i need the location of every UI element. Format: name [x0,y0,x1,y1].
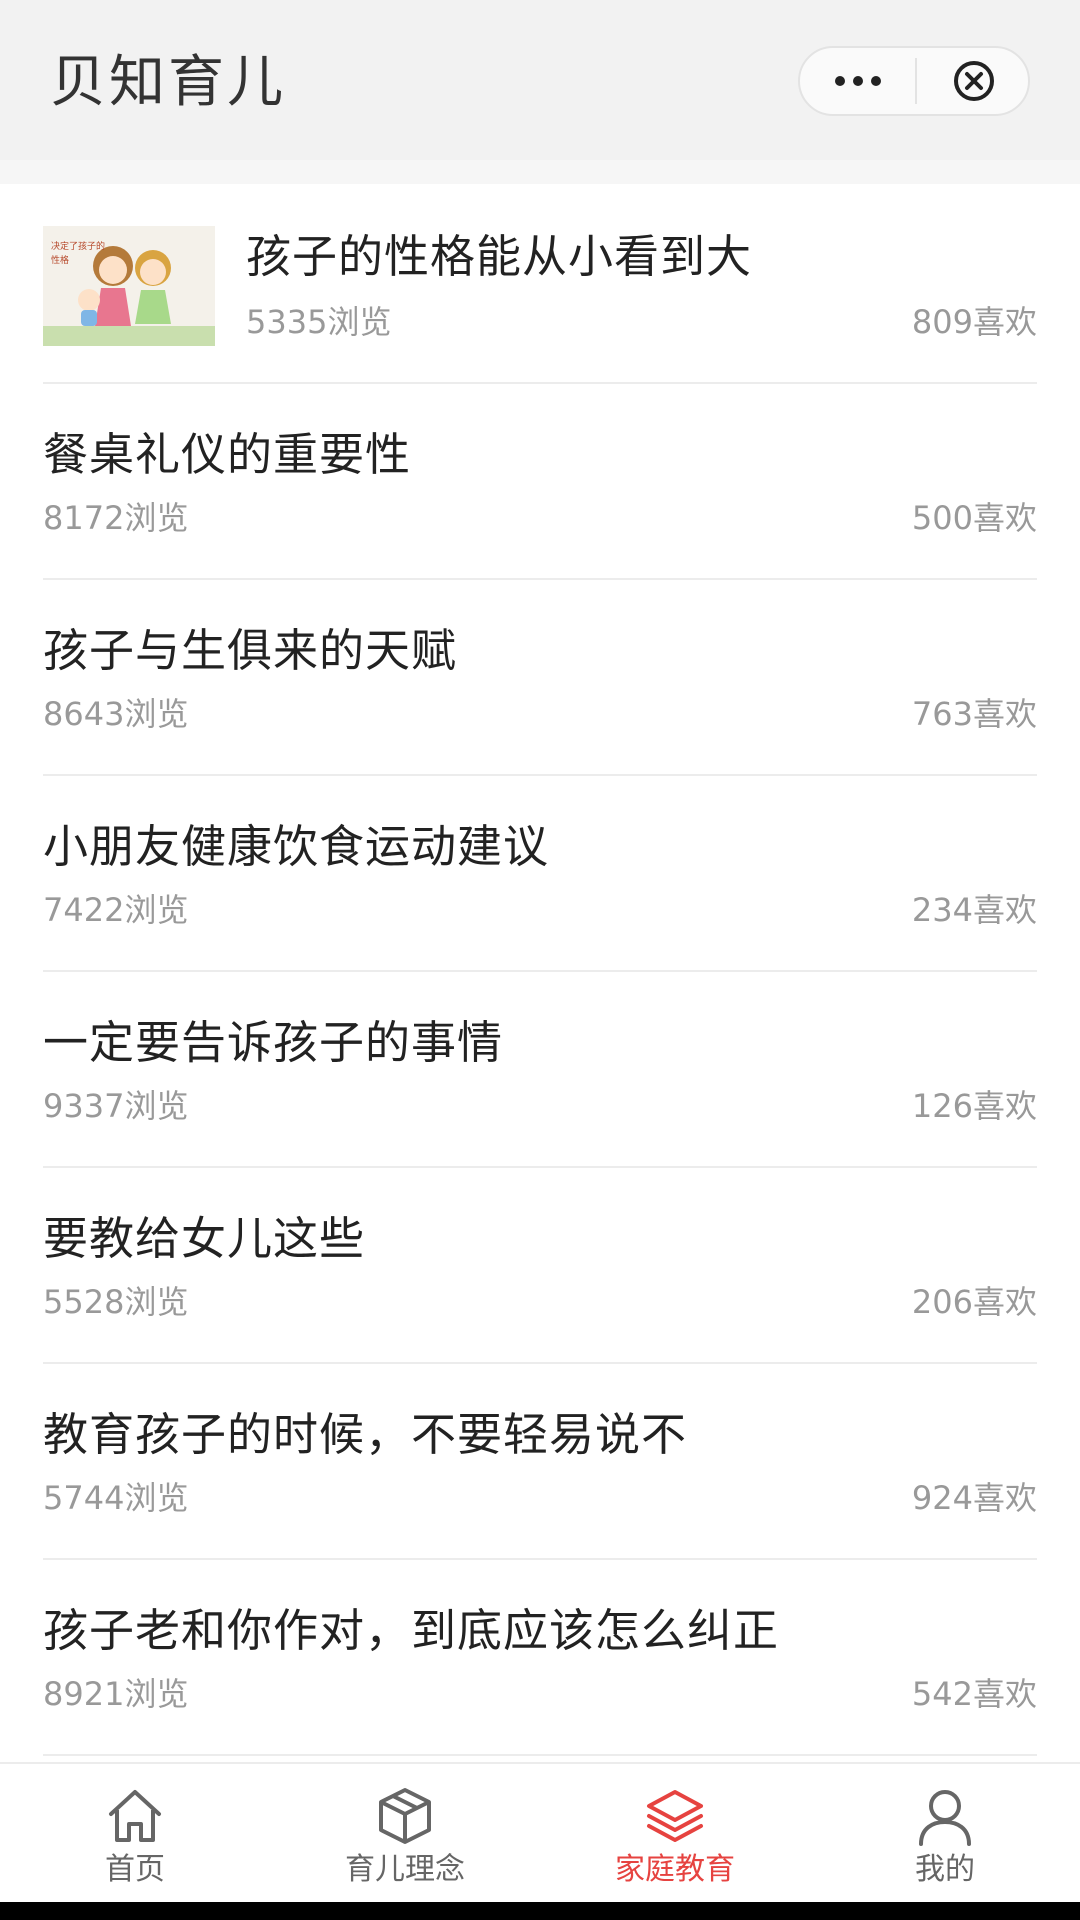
article-likes: 500喜欢 [911,499,1037,537]
app-title: 贝知育儿 [50,50,286,115]
article-item[interactable]: 决定了孩子的性格 孩子的性格能从小看到大 5335浏览 809喜欢 [43,184,1037,384]
article-list: 决定了孩子的性格 孩子的性格能从小看到大 5335浏览 809喜欢 餐桌礼仪的重… [0,184,1080,1756]
home-icon [109,1790,161,1842]
article-item[interactable]: 孩子与生俱来的天赋 8643浏览 763喜欢 [43,580,1037,776]
tab-label: 首页 [105,1852,165,1887]
header-divider-strip [0,160,1080,184]
article-title: 要教给女儿这些 [43,1212,366,1265]
tab-label: 家庭教育 [615,1852,735,1887]
article-views: 9337浏览 [43,1087,189,1125]
article-item[interactable]: 要教给女儿这些 5528浏览 206喜欢 [43,1168,1037,1364]
user-icon [919,1790,971,1846]
article-title: 孩子与生俱来的天赋 [43,624,458,677]
article-item[interactable]: 餐桌礼仪的重要性 8172浏览 500喜欢 [43,384,1037,580]
tab-label: 我的 [915,1852,975,1887]
article-views: 8921浏览 [43,1675,189,1713]
navigation-bar: 贝知育儿 [0,0,1080,184]
article-likes: 126喜欢 [911,1087,1037,1125]
article-likes: 809喜欢 [911,303,1037,341]
article-likes: 542喜欢 [911,1675,1037,1713]
tab-family-education[interactable]: 家庭教育 [540,1764,810,1902]
layers-icon [647,1790,703,1842]
article-views: 5335浏览 [246,303,392,341]
article-item[interactable]: 一定要告诉孩子的事情 9337浏览 126喜欢 [43,972,1037,1168]
mini-program-capsule [798,46,1030,116]
article-views: 8643浏览 [43,695,189,733]
article-title: 孩子的性格能从小看到大 [246,230,753,283]
article-item[interactable]: 小朋友健康饮食运动建议 7422浏览 234喜欢 [43,776,1037,972]
article-likes: 763喜欢 [911,695,1037,733]
system-nav-strip [0,1902,1080,1920]
tab-home[interactable]: 首页 [0,1764,270,1902]
article-likes: 206喜欢 [911,1283,1037,1321]
article-item[interactable]: 教育孩子的时候，不要轻易说不 5744浏览 924喜欢 [43,1364,1037,1560]
tab-bar: 首页 育儿理念 家庭教育 我的 [0,1762,1080,1902]
tab-mine[interactable]: 我的 [810,1764,1080,1902]
article-views: 5744浏览 [43,1479,189,1517]
more-button[interactable] [800,48,915,114]
article-thumbnail: 决定了孩子的性格 [43,226,215,346]
article-views: 8172浏览 [43,499,189,537]
cube-icon [379,1788,431,1844]
article-likes: 234喜欢 [911,891,1037,929]
tab-label: 育儿理念 [345,1852,465,1887]
article-title: 小朋友健康饮食运动建议 [43,820,550,873]
article-title: 教育孩子的时候，不要轻易说不 [43,1408,688,1461]
more-dots-icon [834,76,845,86]
close-circle-icon [953,61,994,101]
article-likes: 924喜欢 [911,1479,1037,1517]
article-views: 5528浏览 [43,1283,189,1321]
article-item[interactable]: 孩子老和你作对，到底应该怎么纠正 8921浏览 542喜欢 [43,1560,1037,1756]
article-views: 7422浏览 [43,891,189,929]
thumbnail-caption: 决定了孩子的性格 [51,242,106,266]
tab-parenting-concepts[interactable]: 育儿理念 [270,1764,540,1902]
article-title: 一定要告诉孩子的事情 [43,1016,504,1069]
close-button[interactable] [917,48,1030,114]
article-title: 餐桌礼仪的重要性 [43,428,412,481]
article-title: 孩子老和你作对，到底应该怎么纠正 [43,1604,780,1657]
